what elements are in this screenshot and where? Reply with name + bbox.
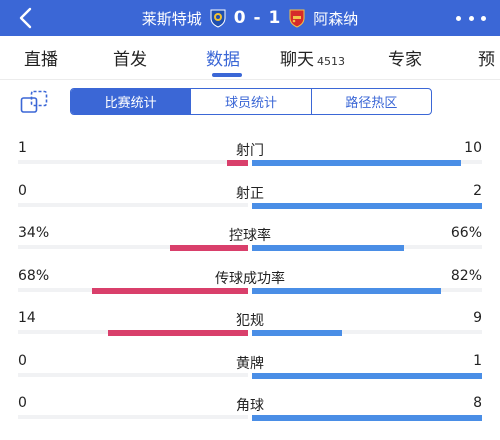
stat-row: 0 射正 2: [0, 175, 500, 218]
stat-label: 犯规: [236, 313, 264, 329]
home-bar-track: [18, 372, 248, 377]
home-stat-bar: [92, 287, 248, 294]
home-team-name: 莱斯特城: [141, 9, 202, 28]
tab-expert[interactable]: 专家: [388, 45, 422, 70]
stat-row: 14 犯规 9: [0, 302, 500, 345]
away-stat-bar: [252, 415, 482, 421]
home-bar-track: [18, 160, 248, 164]
away-stat-bar: [252, 372, 482, 379]
away-team-name: 阿森纳: [313, 9, 359, 28]
away-stat-value: 66%: [450, 225, 482, 241]
subtab-player-stats[interactable]: 球员统计: [191, 89, 312, 114]
stat-row: 0 黄牌 1: [0, 345, 500, 388]
stat-label: 射门: [236, 143, 264, 159]
match-stats-list: 1 射门 10 0 射正 2 34% 控球率 66% 68% 传球成功率 82% 14 犯规 9 0 黄牌 1 0 角…: [0, 132, 500, 430]
home-bar-track: [18, 202, 248, 207]
stat-label: 控球率: [229, 228, 271, 244]
active-tab-indicator: [212, 73, 242, 77]
away-stat-value: 9: [473, 310, 482, 326]
home-stat-bar: [227, 160, 248, 166]
tab-lineup[interactable]: 首发: [113, 45, 147, 70]
stat-label: 角球: [236, 398, 264, 414]
tab-label: 聊天: [280, 50, 314, 70]
tab-label: 数据: [206, 50, 240, 70]
tab-chat[interactable]: 聊天 4513: [280, 45, 345, 70]
tab-label: 首发: [113, 50, 147, 70]
away-stat-bar: [252, 202, 482, 209]
tab-label: 预: [478, 50, 495, 70]
away-stat-value: 10: [464, 140, 482, 156]
stat-label: 射正: [236, 185, 264, 202]
stat-label: 黄牌: [236, 355, 264, 372]
stats-segmented-control: 比赛统计 球员统计 路径热区: [70, 88, 432, 115]
layout-toggle-icon[interactable]: [20, 90, 48, 114]
away-stat-value: 82%: [450, 267, 482, 284]
stat-row: 34% 控球率 66%: [0, 217, 500, 260]
subtab-match-stats[interactable]: 比赛统计: [71, 89, 192, 114]
match-score: 0 - 1: [233, 8, 282, 28]
tab-bar: 直播 首发 数据 聊天 4513 专家 预: [0, 36, 500, 80]
arsenal-badge-icon: [289, 9, 305, 28]
stat-row: 68% 传球成功率 82%: [0, 260, 500, 303]
match-header: 莱斯特城 0 - 1 阿森纳: [0, 0, 500, 36]
stat-label: 传球成功率: [215, 270, 285, 287]
more-options-icon[interactable]: [456, 8, 486, 28]
chat-count-badge: 4513: [317, 55, 345, 68]
away-stat-bar: [252, 160, 461, 166]
home-stat-bar: [170, 245, 248, 251]
stat-row: 1 射门 10: [0, 132, 500, 175]
away-stat-value: 1: [473, 352, 482, 369]
match-title: 莱斯特城 0 - 1 阿森纳: [0, 0, 500, 36]
away-stat-bar: [252, 330, 342, 336]
stat-row: 0 角球 8: [0, 387, 500, 430]
tab-label: 直播: [24, 50, 58, 70]
home-stat-bar: [108, 330, 248, 336]
home-bar-track: [18, 415, 248, 419]
tab-label: 专家: [388, 50, 422, 70]
away-stat-bar: [252, 245, 404, 251]
tab-data[interactable]: 数据: [206, 45, 240, 70]
leicester-badge-icon: [210, 9, 226, 28]
tab-live[interactable]: 直播: [24, 45, 58, 70]
subtab-heatmap[interactable]: 路径热区: [312, 89, 431, 114]
away-stat-value: 8: [473, 395, 482, 411]
away-stat-value: 2: [473, 182, 482, 199]
tab-preview[interactable]: 预: [478, 45, 495, 70]
away-stat-bar: [252, 287, 441, 294]
